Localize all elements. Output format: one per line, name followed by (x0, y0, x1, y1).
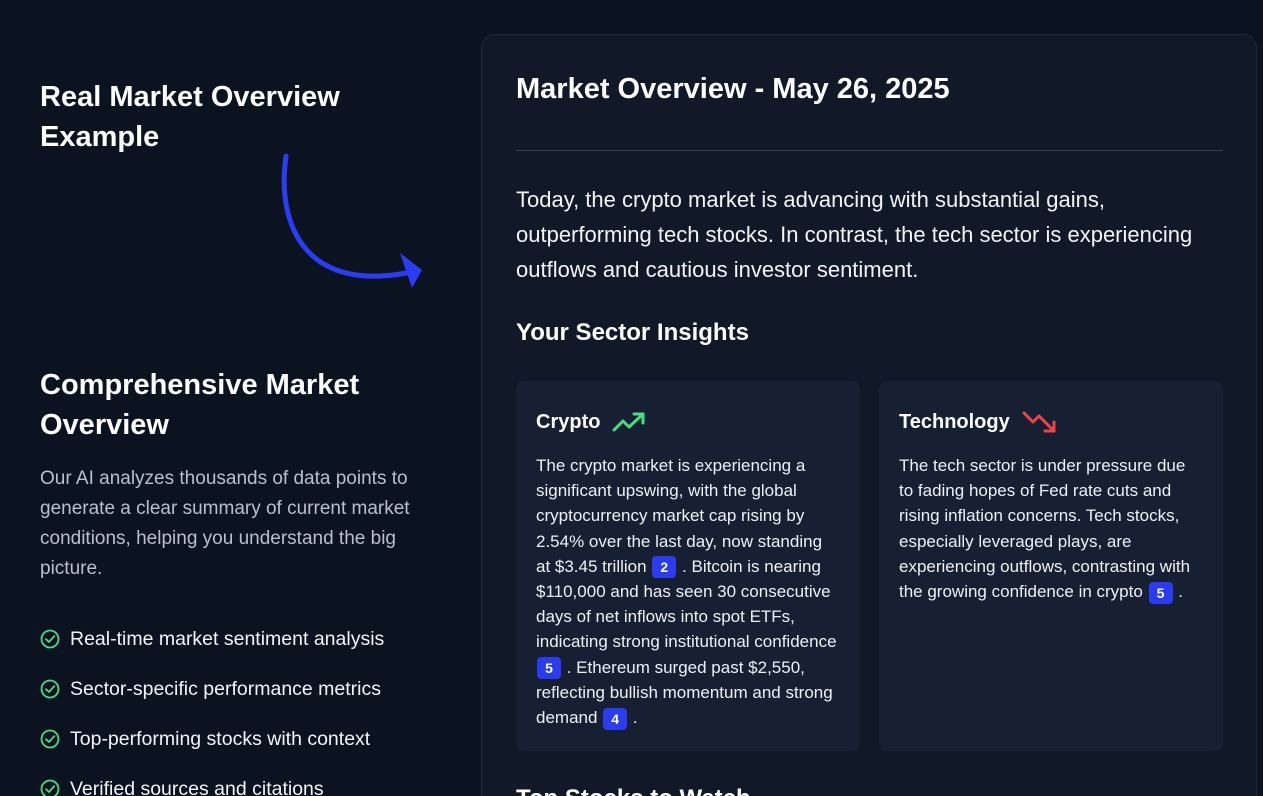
text-segment: The tech sector is under pressure due to… (899, 456, 1191, 602)
citation-badge[interactable]: 5 (1148, 581, 1173, 604)
sector-insights-heading: Your Sector Insights (516, 319, 749, 346)
feature-item: Top-performing stocks with context (40, 714, 384, 764)
feature-label: Top-performing stocks with context (70, 727, 371, 750)
market-summary: Today, the crypto market is advancing wi… (516, 187, 1193, 282)
citation-badge[interactable]: 5 (537, 657, 561, 680)
citation-badge[interactable]: 4 (603, 707, 628, 730)
text-segment: . (632, 708, 638, 728)
divider (516, 150, 1223, 151)
sector-name: Technology (899, 410, 1010, 433)
check-circle-icon (40, 679, 60, 699)
sector-name: Crypto (536, 410, 601, 433)
trending-up-icon (612, 412, 645, 432)
text-segment: . Ethereum surged past $2,550, reflectin… (536, 657, 833, 728)
text-segment: . (1178, 582, 1184, 602)
sector-description: The tech sector is under pressure due to… (899, 453, 1203, 604)
card-header: Crypto (536, 407, 840, 437)
feature-heading: Comprehensive Market Overview (40, 369, 360, 441)
feature-label: Real-time market sentiment analysis (70, 627, 385, 650)
feature-item: Verified sources and citations (40, 764, 384, 796)
check-circle-icon (40, 779, 60, 796)
check-circle-icon (40, 729, 60, 749)
feature-item: Real-time market sentiment analysis (40, 614, 384, 664)
feature-description: Our AI analyzes thousands of data points… (40, 468, 410, 579)
curved-arrow-icon (281, 153, 422, 288)
top-stocks-heading: Top Stocks to Watch (516, 785, 751, 796)
example-heading: Real Market Overview Example (40, 81, 340, 153)
sector-description: The crypto market is experiencing a sign… (536, 453, 840, 730)
sector-card-crypto: Crypto The crypto market is experiencing… (516, 381, 860, 751)
card-header: Technology (899, 407, 1203, 437)
check-circle-icon (40, 629, 60, 649)
market-overview-panel: Market Overview - May 26, 2025 Today, th… (481, 34, 1257, 796)
trending-down-icon (1022, 411, 1056, 433)
page: Real Market Overview Example Comprehensi… (0, 0, 1263, 796)
feature-label: Verified sources and citations (70, 777, 324, 796)
sector-card-technology: Technology The tech sector is under pres… (879, 381, 1223, 751)
panel-title: Market Overview - May 26, 2025 (516, 73, 950, 105)
feature-item: Sector-specific performance metrics (40, 664, 384, 714)
feature-label: Sector-specific performance metrics (70, 677, 382, 700)
feature-list: Real-time market sentiment analysis Sect… (40, 614, 384, 796)
citation-badge[interactable]: 2 (652, 556, 677, 579)
